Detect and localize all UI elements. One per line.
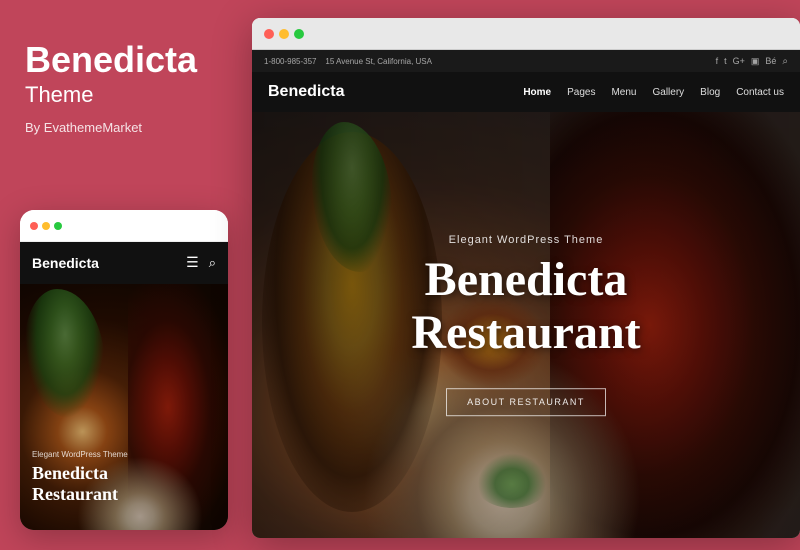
mobile-nav-icons: ☰ ⌕ bbox=[186, 255, 216, 272]
browser-mockup: 1-800-985-357 15 Avenue St, California, … bbox=[252, 18, 800, 538]
mobile-hero-text: Elegant WordPress Theme Benedicta Restau… bbox=[32, 450, 128, 506]
nav-link-menu[interactable]: Menu bbox=[611, 87, 636, 98]
mobile-hero-title: Benedicta Restaurant bbox=[32, 463, 128, 506]
facebook-icon[interactable]: f bbox=[716, 56, 719, 66]
site-nav-logo: Benedicta bbox=[268, 83, 344, 101]
browser-dot-green bbox=[294, 29, 304, 39]
browser-dots bbox=[264, 29, 304, 39]
mobile-dot-red bbox=[30, 222, 38, 230]
instagram-icon[interactable]: ▣ bbox=[751, 56, 760, 67]
browser-title-bar bbox=[252, 18, 800, 50]
theme-title: Benedicta bbox=[25, 40, 223, 80]
googleplus-icon[interactable]: G+ bbox=[733, 56, 745, 66]
site-hero: Elegant WordPress Theme Benedicta Restau… bbox=[252, 112, 800, 538]
site-phone: 1-800-985-357 15 Avenue St, California, … bbox=[264, 57, 432, 66]
search-icon[interactable]: ⌕ bbox=[209, 255, 216, 271]
nav-link-home[interactable]: Home bbox=[523, 87, 551, 98]
left-panel: Benedicta Theme By EvathemeMarket Benedi… bbox=[0, 0, 248, 550]
mobile-dot-green bbox=[54, 222, 62, 230]
site-search-icon[interactable]: ⌕ bbox=[782, 56, 788, 67]
hero-tagline: Elegant WordPress Theme bbox=[356, 234, 696, 246]
mobile-title-bar bbox=[20, 210, 228, 242]
site-nav: Benedicta Home Pages Menu Gallery Blog C… bbox=[252, 72, 800, 112]
twitter-icon[interactable]: t bbox=[724, 56, 727, 66]
mobile-dot-yellow bbox=[42, 222, 50, 230]
mobile-dots bbox=[30, 222, 62, 230]
mobile-nav: Benedicta ☰ ⌕ bbox=[20, 242, 228, 284]
mobile-hero: Elegant WordPress Theme Benedicta Restau… bbox=[20, 284, 228, 530]
hero-cta-button[interactable]: ABOUT RESTAURANT bbox=[446, 388, 606, 416]
hamburger-icon[interactable]: ☰ bbox=[186, 255, 199, 272]
browser-dot-yellow bbox=[279, 29, 289, 39]
nav-link-pages[interactable]: Pages bbox=[567, 87, 595, 98]
site-nav-links: Home Pages Menu Gallery Blog Contact us bbox=[523, 87, 784, 98]
browser-dot-red bbox=[264, 29, 274, 39]
site-header-top: 1-800-985-357 15 Avenue St, California, … bbox=[252, 50, 800, 72]
nav-link-contact[interactable]: Contact us bbox=[736, 87, 784, 98]
mobile-hero-tagline: Elegant WordPress Theme bbox=[32, 450, 128, 459]
site-hero-content: Elegant WordPress Theme Benedicta Restau… bbox=[356, 234, 696, 416]
nav-link-blog[interactable]: Blog bbox=[700, 87, 720, 98]
theme-author: By EvathemeMarket bbox=[25, 120, 223, 135]
site-social-icons: f t G+ ▣ Bé ⌕ bbox=[716, 56, 788, 67]
hero-main-title: Benedicta Restaurant bbox=[356, 254, 696, 360]
mobile-mockup: Benedicta ☰ ⌕ Elegant WordPress Theme Be… bbox=[20, 210, 228, 530]
theme-subtitle: Theme bbox=[25, 82, 223, 108]
nav-link-gallery[interactable]: Gallery bbox=[652, 87, 684, 98]
mobile-nav-logo: Benedicta bbox=[32, 255, 99, 271]
behance-icon[interactable]: Bé bbox=[765, 56, 776, 66]
